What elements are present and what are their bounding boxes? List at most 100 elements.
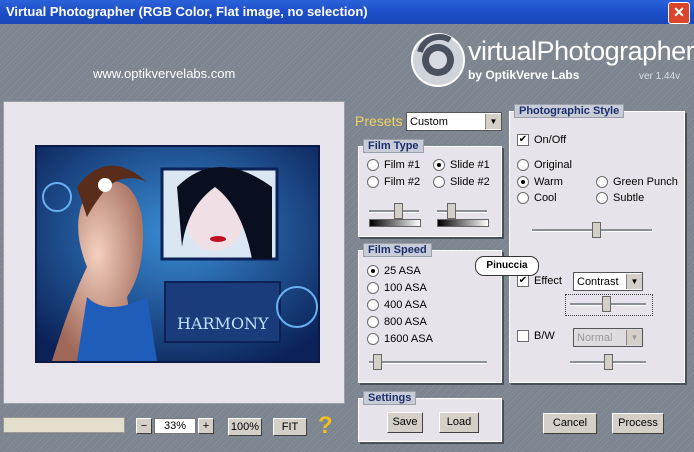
bw-checkbox[interactable]: B/W: [517, 330, 555, 342]
zoom-in-button[interactable]: +: [198, 418, 214, 434]
onoff-checkbox[interactable]: ✔ On/Off: [517, 134, 566, 146]
film-speed-title: Film Speed: [363, 243, 432, 257]
zoom-value[interactable]: 33%: [154, 418, 196, 434]
onoff-checkbox-box[interactable]: ✔: [517, 134, 529, 146]
radio-film2-label: Film #2: [384, 176, 421, 188]
radio-100asa-label: 100 ASA: [384, 282, 427, 294]
chevron-down-icon[interactable]: ▼: [485, 114, 501, 129]
bw-label: B/W: [534, 330, 555, 342]
radio-25asa-label: 25 ASA: [384, 265, 421, 277]
radio-warm-label: Warm: [534, 176, 563, 188]
radio-warm-dot[interactable]: [517, 176, 529, 188]
film-slider-2[interactable]: [437, 203, 487, 219]
radio-400asa[interactable]: 400 ASA: [367, 299, 427, 311]
radio-warm[interactable]: Warm: [517, 176, 563, 188]
save-button[interactable]: Save: [387, 412, 423, 433]
radio-green-punch-label: Green Punch: [613, 176, 678, 188]
radio-800asa[interactable]: 800 ASA: [367, 316, 427, 328]
film-gradient-2: [437, 219, 489, 227]
radio-original-dot[interactable]: [517, 159, 529, 171]
effect-dropdown[interactable]: Contrast ▼: [573, 272, 643, 291]
onoff-label: On/Off: [534, 134, 567, 146]
radio-film2-dot[interactable]: [367, 176, 379, 188]
close-button[interactable]: ✕: [668, 2, 690, 24]
bw-value: Normal: [577, 331, 613, 344]
radio-slide1[interactable]: Slide #1: [433, 159, 490, 171]
effect-checkbox[interactable]: ✔ Effect: [517, 275, 562, 287]
radio-400asa-dot[interactable]: [367, 299, 379, 311]
film-type-panel: Film Type Film #1 Slide #1 Film #2 Slide…: [358, 139, 502, 237]
film-type-title: Film Type: [363, 139, 424, 153]
watermark-badge: Pinuccia: [475, 256, 539, 276]
bw-slider[interactable]: [570, 354, 646, 370]
effect-value: Contrast: [577, 275, 619, 288]
radio-100asa-dot[interactable]: [367, 282, 379, 294]
process-button[interactable]: Process: [612, 413, 664, 434]
bw-checkbox-box[interactable]: [517, 330, 529, 342]
presets-value: Custom: [410, 115, 448, 128]
radio-25asa[interactable]: 25 ASA: [367, 265, 421, 277]
settings-panel: Settings Save Load: [358, 391, 502, 442]
radio-slide1-dot[interactable]: [433, 159, 445, 171]
radio-1600asa-dot[interactable]: [367, 333, 379, 345]
progress-bar: [3, 417, 125, 433]
radio-green-punch-dot[interactable]: [596, 176, 608, 188]
presets-label: Presets: [355, 113, 403, 129]
radio-slide2[interactable]: Slide #2: [433, 176, 490, 188]
radio-film1-dot[interactable]: [367, 159, 379, 171]
harmony-caption: HARMONY: [177, 314, 269, 333]
title-bar: Virtual Photographer (RGB Color, Flat im…: [0, 0, 694, 24]
radio-slide2-dot[interactable]: [433, 176, 445, 188]
effect-slider-thumb[interactable]: [602, 296, 611, 312]
film-gradient-1: [369, 219, 421, 227]
effect-checkbox-box[interactable]: ✔: [517, 275, 529, 287]
radio-film1[interactable]: Film #1: [367, 159, 420, 171]
radio-film1-label: Film #1: [384, 159, 421, 171]
style-slider-thumb[interactable]: [592, 222, 601, 238]
style-slider[interactable]: [532, 222, 652, 238]
logo-name: virtualPhotographer: [468, 36, 694, 66]
settings-title: Settings: [363, 391, 417, 405]
radio-cool-dot[interactable]: [517, 192, 529, 204]
chevron-down-icon[interactable]: ▼: [626, 274, 642, 289]
film-slider-1[interactable]: [369, 203, 419, 219]
radio-25asa-dot[interactable]: [367, 265, 379, 277]
radio-subtle[interactable]: Subtle: [596, 192, 644, 204]
preview-image: HARMONY: [35, 145, 320, 363]
radio-cool[interactable]: Cool: [517, 192, 557, 204]
film-speed-slider-thumb[interactable]: [373, 354, 382, 370]
bw-dropdown[interactable]: Normal ▼: [573, 328, 643, 347]
load-button[interactable]: Load: [439, 412, 479, 433]
preview-pane[interactable]: HARMONY: [3, 101, 345, 404]
radio-1600asa[interactable]: 1600 ASA: [367, 333, 433, 345]
radio-original-label: Original: [534, 159, 572, 171]
radio-subtle-dot[interactable]: [596, 192, 608, 204]
radio-800asa-dot[interactable]: [367, 316, 379, 328]
chevron-down-icon[interactable]: ▼: [626, 330, 642, 345]
lens-logo-icon: [411, 33, 465, 87]
help-icon[interactable]: ?: [318, 412, 333, 440]
radio-film2[interactable]: Film #2: [367, 176, 420, 188]
bw-slider-thumb[interactable]: [604, 354, 613, 370]
cancel-button[interactable]: Cancel: [543, 413, 597, 434]
version-label: ver 1.44v: [639, 71, 681, 82]
window-title: Virtual Photographer (RGB Color, Flat im…: [6, 4, 368, 19]
photographic-style-title: Photographic Style: [514, 104, 625, 118]
film-speed-slider[interactable]: [369, 354, 487, 370]
radio-1600asa-label: 1600 ASA: [384, 333, 433, 345]
radio-slide1-label: Slide #1: [450, 159, 490, 171]
radio-original[interactable]: Original: [517, 159, 572, 171]
logo-by: by OptikVerve Labs: [468, 68, 580, 82]
zoom-100-button[interactable]: 100%: [228, 418, 262, 436]
radio-green-punch[interactable]: Green Punch: [596, 176, 678, 188]
website-link[interactable]: www.optikvervelabs.com: [93, 66, 235, 81]
effect-label: Effect: [534, 275, 562, 287]
presets-dropdown[interactable]: Custom ▼: [406, 112, 502, 131]
zoom-out-button[interactable]: −: [136, 418, 152, 434]
radio-100asa[interactable]: 100 ASA: [367, 282, 427, 294]
film-slider-1-thumb[interactable]: [394, 203, 403, 219]
photographic-style-panel: Photographic Style ✔ On/Off Original Warm…: [509, 104, 685, 383]
fit-button[interactable]: FIT: [273, 418, 307, 436]
effect-slider[interactable]: [570, 296, 646, 312]
film-slider-2-thumb[interactable]: [447, 203, 456, 219]
